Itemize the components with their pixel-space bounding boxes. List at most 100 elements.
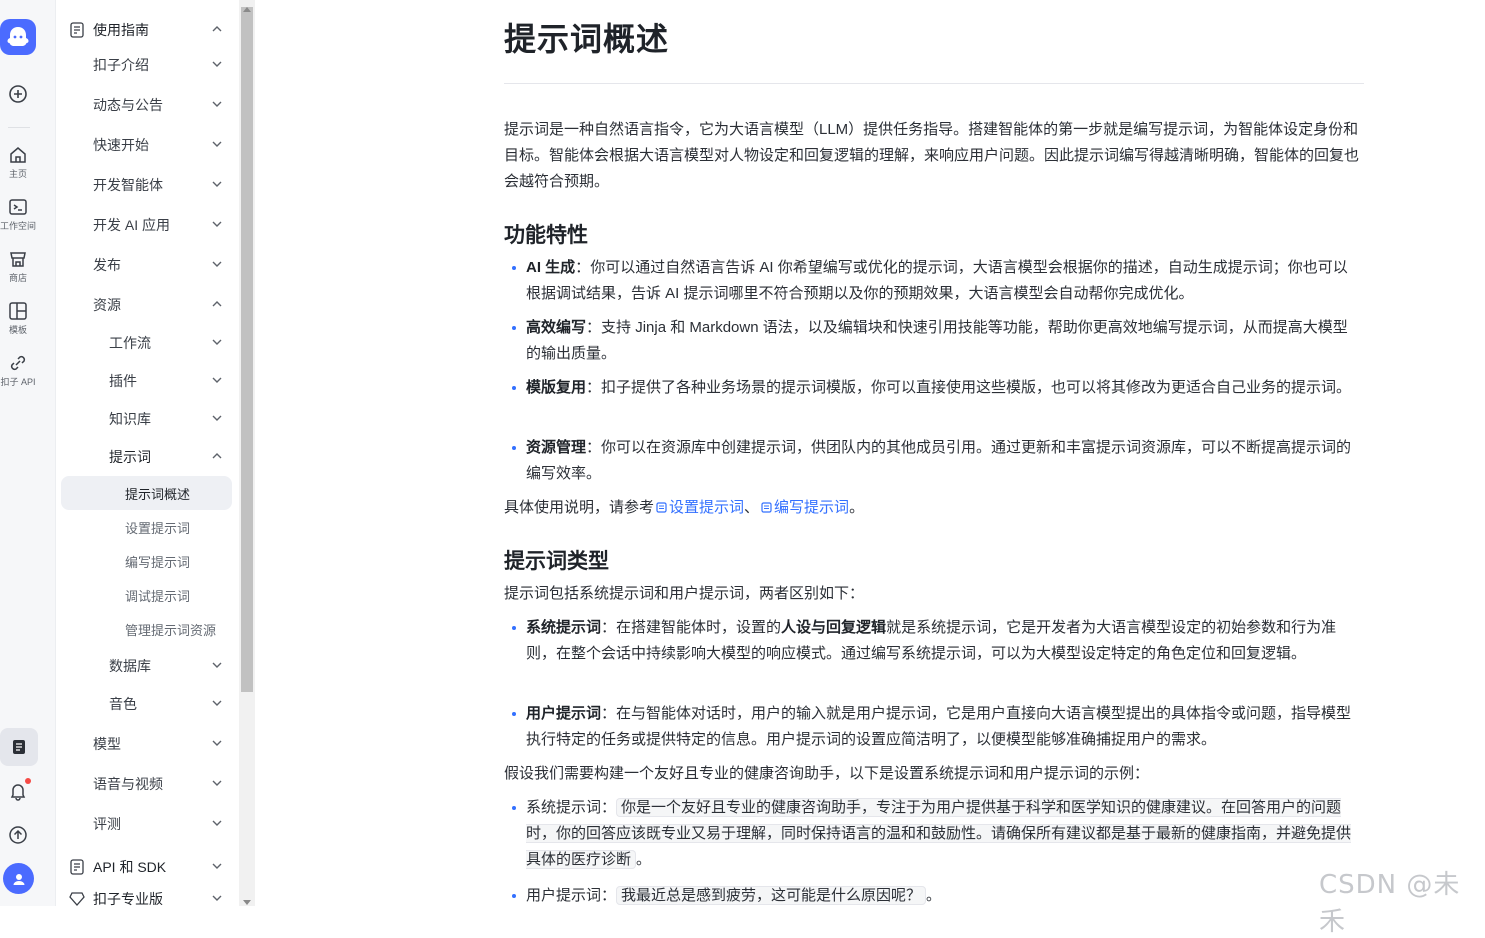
nav-item-prompt-debug[interactable]: 调试提示词 [56,580,239,610]
avatar[interactable] [3,863,34,894]
rail-item-store[interactable]: 商店 [0,249,36,284]
rail-item-label: 模板 [8,325,27,335]
chevron-down-icon [212,261,222,267]
page-title: 提示词概述 [504,21,670,57]
nav-item-database[interactable]: 数据库 [56,651,239,681]
scroll-down-arrow[interactable] [243,900,251,905]
rail-item-label: 扣子 API [0,377,36,387]
nav-label: 管理提示词资源 [125,622,217,638]
nav-item-intro[interactable]: 扣子介绍 [56,50,239,80]
chevron-down-icon [212,221,222,227]
sidebar-scroll-thumb[interactable] [241,7,253,692]
nav-label: 知识库 [109,411,151,427]
feature-text: 支持 Jinja 和 Markdown 语法，以及编辑块和快速引用技能等功能，帮… [526,319,1348,362]
notifications-button[interactable] [0,781,36,801]
nav-item-knowledge[interactable]: 知识库 [56,404,239,434]
example-label: 用户提示词： [526,887,617,904]
section-pro[interactable]: 扣子专业版 [56,884,239,906]
nav-label: 扣子介绍 [93,57,149,73]
rail-item-home[interactable]: 主页 [0,145,36,180]
example-user-code: 我最近总是感到疲劳，这可能是什么原因呢？ [616,886,927,905]
example-system: 系统提示词： 你是一个友好且专业的健康咨询助手，专注于为用户提供基于科学和医学知识… [504,795,1364,873]
nav-item-develop-agent[interactable]: 开发智能体 [56,170,239,200]
chevron-down-icon [212,181,222,187]
doc-icon [70,859,84,875]
nav-item-prompt-overview[interactable]: 提示词概述 [56,478,239,508]
heading-types: 提示词类型 [504,550,609,573]
type-text: 在与智能体对话时，用户的输入就是用户提示词，它是用户直接向大语言模型提出的具体指… [526,705,1352,748]
nav-item-workflow[interactable]: 工作流 [56,328,239,358]
sep: ： [575,259,591,276]
feature-term: 高效编写 [526,319,587,336]
bell-icon [10,784,26,801]
watermark: CSDN @未禾 [1319,870,1461,937]
nav-label: 编写提示词 [125,554,191,570]
section-api-sdk[interactable]: API 和 SDK [56,852,239,882]
nav-item-audio-video[interactable]: 语音与视频 [56,769,239,799]
link-text: 设置提示词 [669,499,745,516]
rail-item-api[interactable]: 扣子 API [0,353,36,388]
chevron-down-icon [212,740,222,746]
chevron-down-icon [212,700,222,706]
nav-item-prompt[interactable]: 提示词 [56,442,239,472]
book-icon [70,22,84,38]
rail-item-workspace[interactable]: 工作空间 [0,197,36,232]
nav-item-prompt-setup[interactable]: 设置提示词 [56,512,239,542]
nav-item-evaluation[interactable]: 评测 [56,809,239,839]
nav-item-prompt-write[interactable]: 编写提示词 [56,546,239,576]
upgrade-button[interactable] [0,825,36,845]
create-button[interactable] [0,84,36,104]
nav-label: 插件 [109,373,137,389]
sep: 、 [744,499,760,516]
feature-term: 资源管理 [526,439,587,456]
chevron-down-icon [212,820,222,826]
chevron-down-icon [212,895,222,901]
nav-item-resources[interactable]: 资源 [56,290,239,320]
nav-label: 设置提示词 [125,520,191,536]
types-intro: 提示词包括系统提示词和用户提示词，两者区别如下： [504,585,865,602]
example-intro: 假设我们需要构建一个友好且专业的健康咨询助手，以下是设置系统提示词和用户提示词的… [504,765,1150,782]
home-icon [10,147,26,163]
chevron-down-icon [212,780,222,786]
nav-label: 音色 [109,696,137,712]
link-write-prompt[interactable]: 编写提示词 [759,499,849,516]
sep: 。 [926,887,942,904]
nav-label: 开发 AI 应用 [93,217,171,233]
nav-item-voice[interactable]: 音色 [56,689,239,719]
sep: ： [586,439,602,456]
section-guide[interactable]: 使用指南 [56,15,239,45]
sep: ： [601,705,617,722]
nav-item-plugin[interactable]: 插件 [56,366,239,396]
chevron-down-icon [212,339,222,345]
nav-label: 数据库 [109,658,151,674]
section-pro-label: 扣子专业版 [93,891,163,906]
type-item-user: 用户提示词：在与智能体对话时，用户的输入就是用户提示词，它是用户直接向大语言模型… [504,701,1364,753]
rail-item-template[interactable]: 模板 [0,301,36,336]
chevron-down-icon [212,141,222,147]
document-icon [13,740,25,754]
nav-label: 语音与视频 [93,776,163,792]
nav-label: 评测 [93,816,121,832]
rail-item-label: 工作空间 [0,221,37,231]
nav-label: 动态与公告 [93,97,163,113]
chevron-down-icon [212,101,222,107]
nav-item-develop-app[interactable]: 开发 AI 应用 [56,210,239,240]
nav-item-quickstart[interactable]: 快速开始 [56,130,239,160]
nav-label: 资源 [93,297,121,313]
nav-item-publish[interactable]: 发布 [56,250,239,280]
doc-link-icon [761,502,772,513]
chevron-down-icon [212,662,222,668]
docs-button[interactable] [0,728,38,766]
left-rail: 主页 工作空间 商店 模板 扣子 API [0,0,56,906]
nav-item-model[interactable]: 模型 [56,729,239,759]
nav-item-news[interactable]: 动态与公告 [56,90,239,120]
scroll-up-arrow[interactable] [243,7,251,12]
coze-logo[interactable] [0,19,36,55]
chevron-down-icon [212,863,222,869]
type-term: 系统提示词 [526,619,602,636]
link-setup-prompt[interactable]: 设置提示词 [654,499,744,516]
nav-label: 调试提示词 [125,588,191,604]
nav-item-prompt-manage[interactable]: 管理提示词资源 [56,614,239,644]
arrow-up-circle-icon [9,826,27,844]
api-link-icon [10,355,26,371]
